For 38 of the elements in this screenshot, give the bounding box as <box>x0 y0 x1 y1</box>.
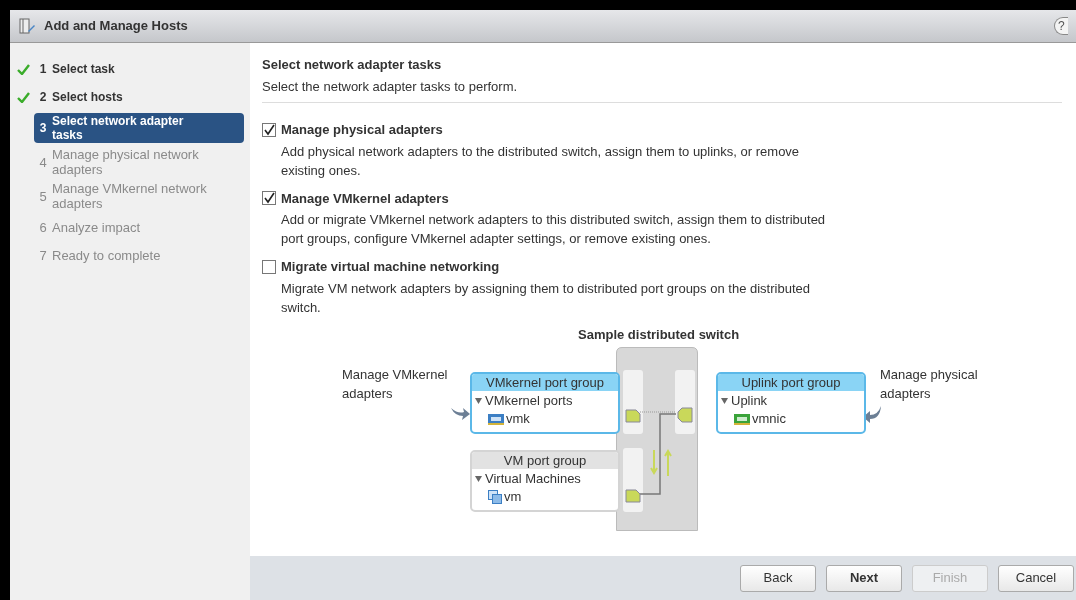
diagram-note: Manage VMkernel adapters <box>342 366 449 403</box>
curved-arrow-icon <box>450 406 470 422</box>
port-group-header: Uplink port group <box>718 374 864 391</box>
expand-triangle-icon[interactable] <box>475 476 482 482</box>
expand-triangle-icon[interactable] <box>721 398 728 404</box>
task-description: Add or migrate VMkernel network adapters to this distributed switch, assign them to distributed port groups, configure VMkernel adapter settings, or remove existing ones. <box>281 211 827 248</box>
checkbox-label[interactable]: Migrate virtual machine networking <box>281 257 500 277</box>
network-card-icon <box>734 413 750 425</box>
checkbox-label[interactable]: Manage physical adapters <box>281 120 443 140</box>
checkbox[interactable] <box>262 259 276 274</box>
wizard-button[interactable]: Cancel <box>998 564 1074 592</box>
checkbox-label[interactable]: Manage VMkernel adapters <box>281 188 449 208</box>
port-group-header: VMkernel port group <box>472 374 618 391</box>
task-description: Add physical network adapters to the distributed switch, assign them to uplinks, or remove existing ones. <box>281 142 801 180</box>
port-group-header: VM port group <box>472 452 618 469</box>
page-title: Select network adapter tasks <box>262 56 443 74</box>
expand-triangle-icon[interactable] <box>475 398 482 404</box>
diagram-note: Manage physical adapters <box>880 366 979 403</box>
wizard-button[interactable]: Back <box>740 564 816 592</box>
window-title: Add and Manage Hosts <box>44 17 188 36</box>
diagram-title: Sample distributed switch <box>578 326 740 344</box>
tree-item-label: vmnic <box>752 410 786 428</box>
tree-item-label: vm <box>504 488 522 506</box>
tree-node-label: Uplink <box>731 392 768 410</box>
page-subtitle: Select the network adapter tasks to perform. <box>262 77 519 96</box>
checkbox[interactable] <box>262 191 276 206</box>
checkbox[interactable] <box>262 122 276 137</box>
network-adapter-icon <box>488 413 504 425</box>
virtual-machines-icon <box>488 490 502 504</box>
host-wizard-icon <box>18 17 36 35</box>
wizard-button[interactable]: Next <box>826 564 902 592</box>
task-description: Migrate VM network adapters by assigning them to distributed port groups on the distributed switch. <box>281 279 811 317</box>
help-button[interactable]: ? <box>1054 17 1068 35</box>
wizard-step[interactable]: 2 Select hosts <box>34 90 244 104</box>
tree-node-label: Virtual Machines <box>485 470 581 488</box>
tree-item-label: vmk <box>506 410 530 428</box>
tree-node-label: VMkernel ports <box>485 392 573 410</box>
wizard-step[interactable]: 1 Select task <box>34 62 244 76</box>
